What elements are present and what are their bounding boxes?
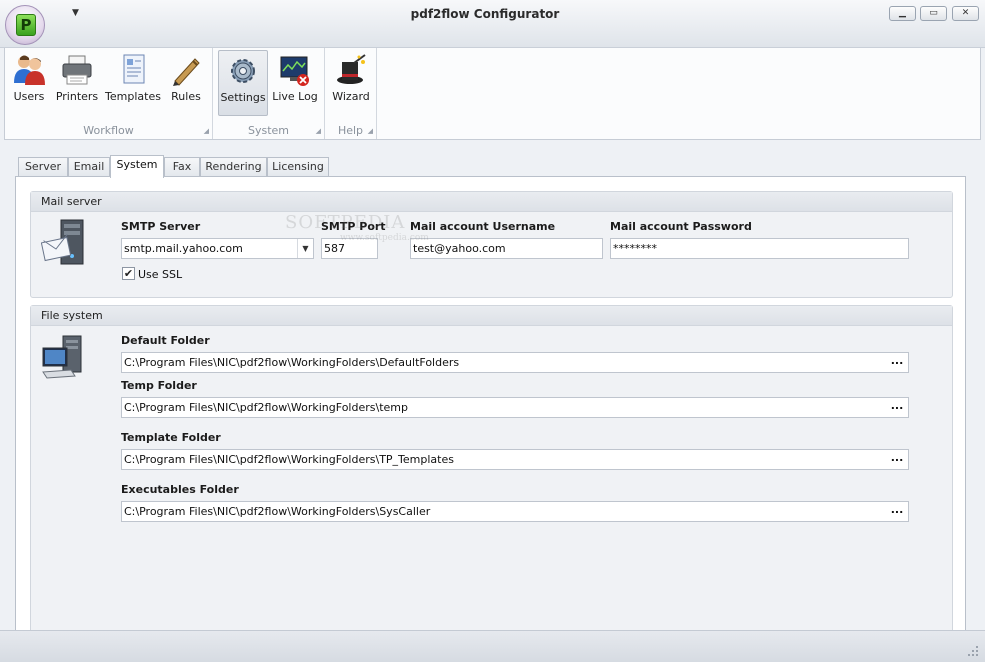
ribbon-group-help: Wizard Help ◢ [325, 48, 377, 139]
password-label: Mail account Password [610, 220, 752, 233]
close-button[interactable]: ✕ [952, 6, 979, 21]
minimize-button[interactable]: ▁ [889, 6, 916, 21]
resize-grip-icon[interactable] [967, 645, 979, 657]
printer-icon [62, 55, 92, 85]
workflow-launcher-icon[interactable]: ◢ [204, 127, 209, 135]
settings-label: Settings [220, 91, 266, 104]
default-folder-value: C:\Program Files\NIC\pdf2flow\WorkingFol… [124, 356, 460, 369]
settings-button[interactable]: Settings [218, 50, 268, 116]
wizard-label: Wizard [332, 90, 370, 103]
maximize-button[interactable]: ▭ [920, 6, 947, 21]
tab-email[interactable]: Email [68, 157, 110, 177]
use-ssl-checkbox[interactable]: ✔ [122, 267, 135, 280]
computer-icon [42, 335, 82, 379]
smtp-server-label: SMTP Server [121, 220, 201, 233]
printers-button[interactable]: Printers [55, 50, 99, 116]
rules-button[interactable]: Rules [167, 50, 205, 116]
users-icon [14, 55, 45, 85]
printers-label: Printers [55, 90, 99, 103]
use-ssl-label[interactable]: Use SSL [138, 268, 182, 281]
ribbon: Users Printers Templates Rules Workflow … [4, 48, 981, 140]
file-system-panel: File system Default Folder C:\Program Fi… [30, 305, 953, 635]
templates-button[interactable]: Templates [105, 50, 161, 116]
default-folder-label: Default Folder [121, 334, 210, 347]
window-title: pdf2flow Configurator [410, 7, 560, 21]
template-folder-value: C:\Program Files\NIC\pdf2flow\WorkingFol… [124, 453, 454, 466]
executables-folder-label: Executables Folder [121, 483, 239, 496]
gear-icon [231, 59, 255, 83]
tab-rendering[interactable]: Rendering [200, 157, 267, 177]
live-log-button[interactable]: Live Log [272, 50, 318, 116]
mail-server-header: Mail server [31, 192, 952, 212]
watermark-text: SOFTPEDIA [285, 212, 406, 233]
system-launcher-icon[interactable]: ◢ [316, 127, 321, 135]
title-bar: P ▼ pdf2flow Configurator ▁ ▭ ✕ [0, 0, 985, 48]
tab-fax[interactable]: Fax [164, 157, 200, 177]
tab-server[interactable]: Server [18, 157, 68, 177]
ribbon-group-system: Settings Live Log System ◢ [213, 48, 325, 139]
executables-folder-browse-button[interactable]: ... [886, 502, 908, 521]
softpedia-watermark: SOFTPEDIA www.softpedia.com [285, 212, 429, 243]
live-log-label: Live Log [272, 90, 318, 103]
tab-licensing[interactable]: Licensing [267, 157, 329, 177]
temp-folder-input[interactable]: C:\Program Files\NIC\pdf2flow\WorkingFol… [121, 397, 909, 418]
mail-server-panel: Mail server SMTP Server smtp.mail.yahoo.… [30, 191, 953, 298]
ribbon-group-workflow: Users Printers Templates Rules Workflow … [5, 48, 213, 139]
file-system-header: File system [31, 306, 952, 326]
template-folder-label: Template Folder [121, 431, 221, 444]
status-bar [0, 630, 985, 662]
rules-label: Rules [171, 90, 201, 103]
temp-folder-value: C:\Program Files\NIC\pdf2flow\WorkingFol… [124, 401, 408, 414]
watermark-sub: www.softpedia.com [340, 233, 429, 243]
template-folder-browse-button[interactable]: ... [886, 450, 908, 469]
help-launcher-icon[interactable]: ◢ [368, 127, 373, 135]
temp-folder-browse-button[interactable]: ... [886, 398, 908, 417]
log-monitor-icon [280, 56, 309, 86]
users-label: Users [13, 90, 45, 103]
tab-system[interactable]: System [110, 155, 164, 178]
template-icon [123, 54, 145, 84]
pen-icon [173, 58, 200, 86]
default-folder-browse-button[interactable]: ... [886, 353, 908, 372]
temp-folder-label: Temp Folder [121, 379, 197, 392]
executables-folder-input[interactable]: C:\Program Files\NIC\pdf2flow\WorkingFol… [121, 501, 909, 522]
default-folder-input[interactable]: C:\Program Files\NIC\pdf2flow\WorkingFol… [121, 352, 909, 373]
mail-server-icon [41, 219, 84, 265]
users-button[interactable]: Users [9, 50, 49, 116]
executables-folder-value: C:\Program Files\NIC\pdf2flow\WorkingFol… [124, 505, 431, 518]
magic-hat-icon [337, 54, 366, 84]
template-folder-input[interactable]: C:\Program Files\NIC\pdf2flow\WorkingFol… [121, 449, 909, 470]
system-tab-page: Mail server SMTP Server smtp.mail.yahoo.… [15, 176, 966, 646]
username-label: Mail account Username [410, 220, 556, 233]
password-input[interactable]: ******** [610, 238, 909, 259]
group-label-system: System [247, 124, 290, 137]
group-label-workflow: Workflow [83, 124, 134, 137]
templates-label: Templates [105, 90, 161, 103]
smtp-server-value: smtp.mail.yahoo.com [124, 242, 243, 255]
wizard-button[interactable]: Wizard [329, 50, 373, 116]
username-input[interactable]: test@yahoo.com [410, 238, 603, 259]
